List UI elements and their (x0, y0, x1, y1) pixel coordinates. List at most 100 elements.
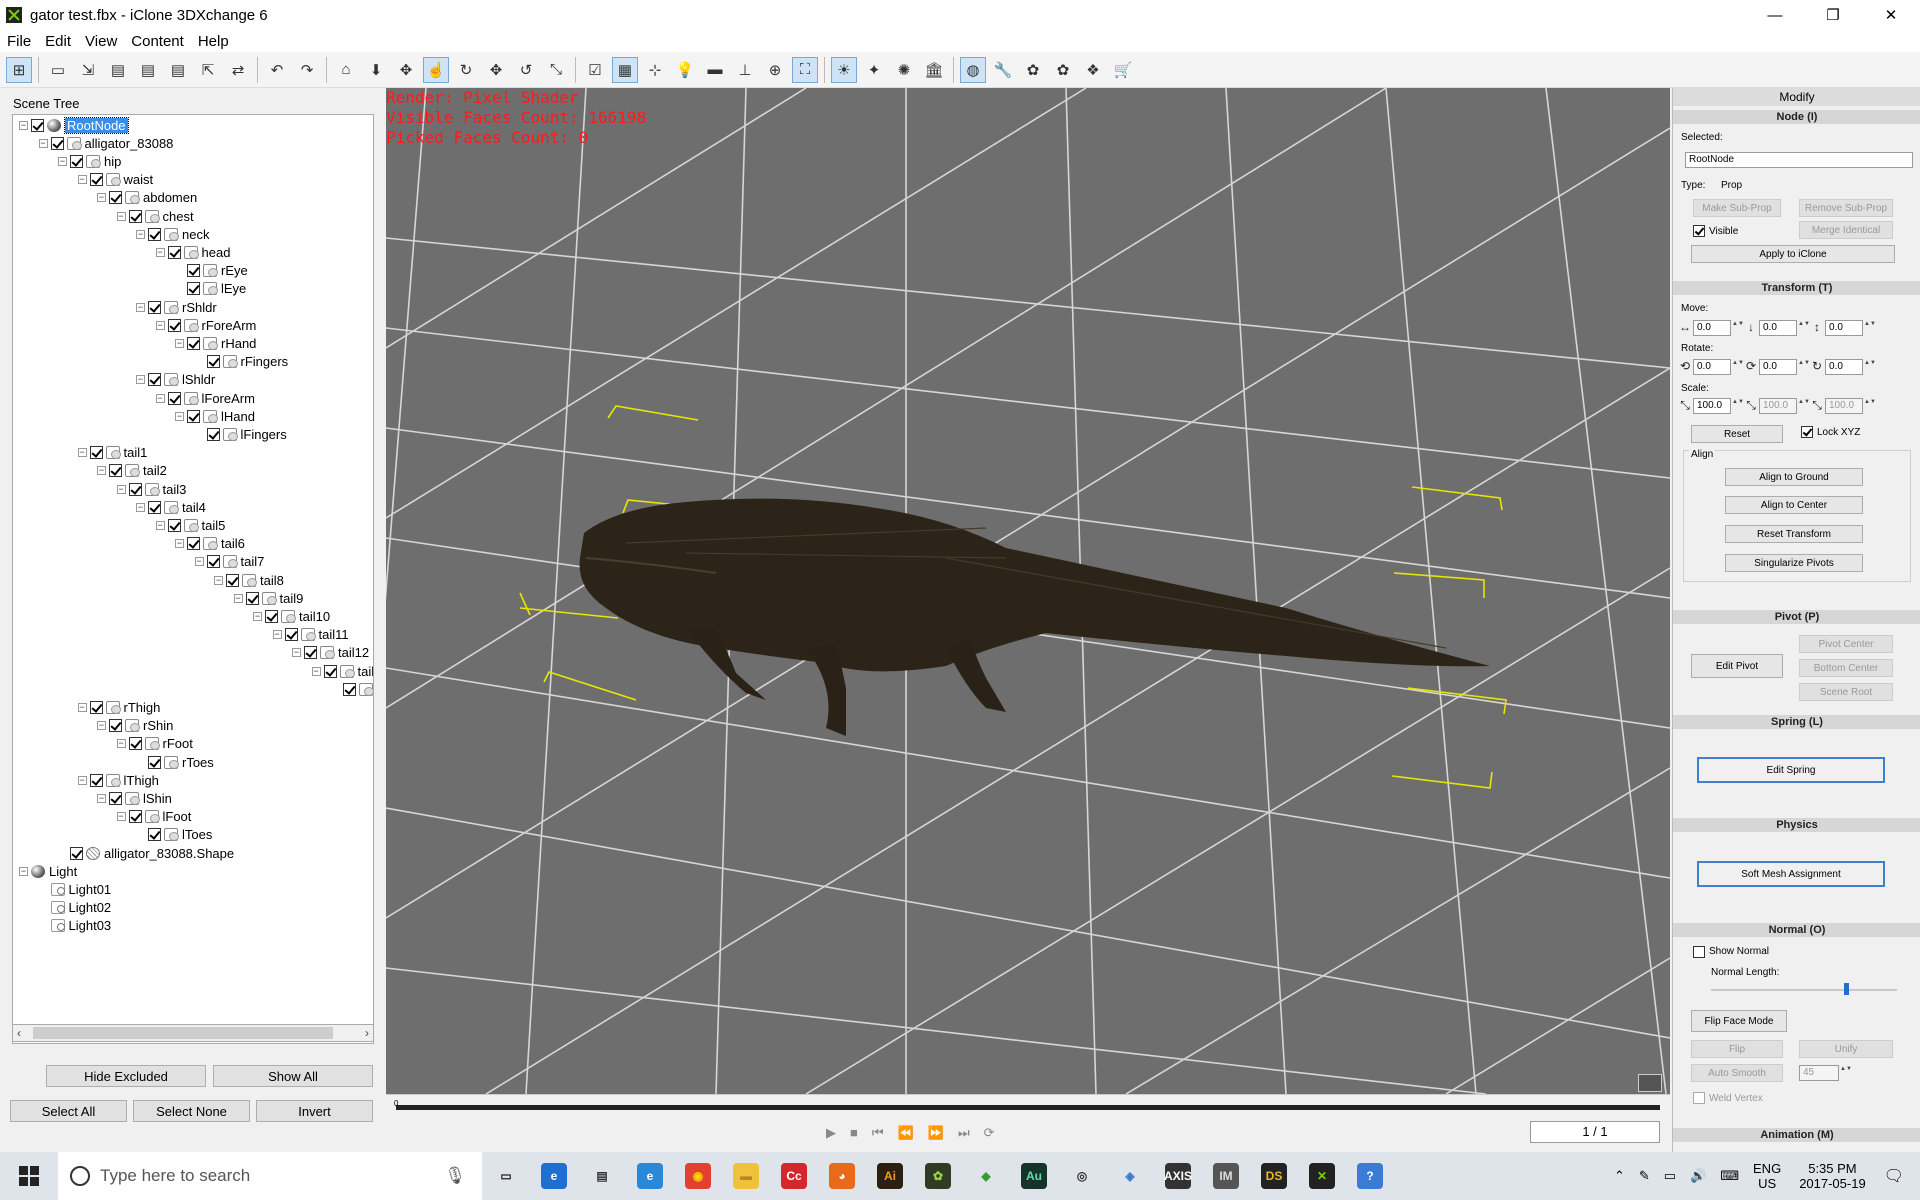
pick-icon[interactable]: ☝ (423, 56, 449, 83)
camera-fit-icon[interactable]: ⛶ (792, 56, 818, 83)
im-icon[interactable]: IM (1202, 1152, 1250, 1200)
collapse-icon[interactable]: − (136, 302, 145, 312)
collapse-icon[interactable]: − (311, 666, 321, 676)
collapse-icon[interactable]: − (19, 866, 28, 876)
node-visibility-checkbox[interactable] (323, 664, 337, 678)
move-icon[interactable]: ✥ (393, 57, 419, 83)
select-none-button[interactable]: Select None (133, 1100, 250, 1122)
tree-node[interactable]: − lShldr (136, 371, 215, 389)
node-visibility-checkbox[interactable] (89, 446, 103, 460)
hide-excluded-button[interactable]: Hide Excluded (46, 1065, 206, 1087)
collapse-icon[interactable]: − (136, 229, 145, 239)
tree-node[interactable]: − hip (58, 152, 121, 170)
tree-node[interactable]: − lHand (175, 407, 255, 425)
move-y-field[interactable]: 0.0 (1759, 320, 1797, 336)
task-view-icon[interactable]: ▭ (482, 1152, 530, 1200)
app-leaf-icon[interactable]: ◆ (962, 1152, 1010, 1200)
chrome-icon[interactable]: ◉ (674, 1152, 722, 1200)
menu-view[interactable]: View (78, 33, 124, 50)
import-icon[interactable]: ⇲ (75, 57, 101, 83)
rotate-z-spinner[interactable]: ▲▼ (1864, 359, 1876, 375)
scene-tree-icon[interactable]: ⊞ (6, 56, 32, 83)
volume-icon[interactable]: 🔊 (1690, 1168, 1706, 1184)
tree-node[interactable]: − tail5 (155, 516, 225, 534)
reset-button[interactable]: Reset (1691, 425, 1783, 443)
collapse-icon[interactable]: − (272, 630, 282, 640)
light-bulb-icon[interactable]: 💡 (672, 57, 698, 83)
import-bvh-icon[interactable]: ▤ (135, 57, 161, 83)
axis-icon[interactable]: AXIS (1154, 1152, 1202, 1200)
node-visibility-checkbox[interactable] (109, 719, 122, 733)
invert-button[interactable]: Invert (256, 1100, 373, 1122)
axis-icon[interactable]: ⊹ (642, 57, 668, 83)
rotate-x-field[interactable]: 0.0 (1693, 359, 1731, 375)
scene-root-button[interactable]: Scene Root (1799, 683, 1893, 701)
language-indicator[interactable]: ENG US (1753, 1161, 1781, 1191)
collapse-icon[interactable]: − (77, 175, 87, 185)
tree-node[interactable]: − tail9 (233, 589, 303, 607)
3dxchange-icon[interactable]: ✕ (1298, 1152, 1346, 1200)
collapse-icon[interactable]: − (155, 520, 165, 530)
sun-icon[interactable]: ☀ (831, 56, 857, 83)
timeline-slider[interactable] (396, 1105, 1660, 1110)
node-visibility-checkbox[interactable] (70, 154, 83, 168)
node-visibility-checkbox[interactable] (187, 264, 200, 278)
checkbox-icon[interactable]: ☑ (582, 57, 608, 83)
node-visibility-checkbox[interactable] (109, 791, 122, 805)
node-visibility-checkbox[interactable] (148, 755, 161, 769)
spring-section-header[interactable]: Spring (L) (1673, 715, 1920, 729)
tree-node[interactable]: − abdomen (97, 189, 197, 207)
collapse-icon[interactable]: − (58, 156, 67, 166)
tree-node[interactable]: − rHand (175, 334, 256, 352)
scale-x-spinner[interactable]: ▲▼ (1732, 398, 1744, 414)
collapse-icon[interactable]: − (116, 484, 126, 494)
minimize-button[interactable]: — (1746, 0, 1804, 30)
tree-node[interactable]: − rThigh (77, 698, 160, 716)
tree-node[interactable]: − waist (77, 171, 153, 189)
morph-icon[interactable]: ❖ (1080, 57, 1106, 83)
illustrator-icon[interactable]: Ai (866, 1152, 914, 1200)
node-visibility-checkbox[interactable] (187, 409, 200, 423)
tray-chevron-icon[interactable]: ⌃ (1614, 1168, 1625, 1184)
menu-content[interactable]: Content (124, 33, 191, 50)
rotate-icon[interactable]: ↻ (453, 57, 479, 83)
tree-node[interactable]: − tail6 (175, 535, 245, 553)
node-visibility-checkbox[interactable] (187, 282, 200, 296)
tree-node[interactable]: − tail7 (194, 553, 264, 571)
move-z-spinner[interactable]: ▲▼ (1864, 320, 1876, 336)
tree-node[interactable]: alligator_83088.Shape (58, 844, 234, 862)
node-section-header[interactable]: Node (I) (1673, 110, 1920, 124)
tree-node[interactable]: − head (155, 243, 230, 261)
flip-button[interactable]: Flip (1691, 1040, 1783, 1058)
import-fbx-icon[interactable]: ▤ (105, 57, 131, 83)
auto-smooth-button[interactable]: Auto Smooth (1691, 1064, 1783, 1082)
ie-icon[interactable]: e (626, 1152, 674, 1200)
transform-icon[interactable]: ✥ (483, 57, 509, 83)
node-visibility-checkbox[interactable] (128, 737, 142, 751)
node-visibility-checkbox[interactable] (167, 391, 181, 405)
bottom-center-button[interactable]: Bottom Center (1799, 659, 1893, 677)
move-z-field[interactable]: 0.0 (1825, 320, 1863, 336)
node-visibility-checkbox[interactable] (148, 373, 161, 387)
home-icon[interactable]: ⌂ (333, 57, 359, 83)
tree-node[interactable]: − tail8 (214, 571, 284, 589)
node-visibility-checkbox[interactable] (50, 136, 64, 150)
spotlight-icon[interactable]: ✺ (891, 57, 917, 83)
pen-icon[interactable]: ✎ (1639, 1168, 1650, 1184)
effect-icon[interactable]: ✿ (1020, 57, 1046, 83)
show-normal-checkbox[interactable] (1693, 946, 1705, 958)
collapse-icon[interactable]: − (116, 211, 126, 221)
tree-node[interactable]: − tail11 (272, 626, 349, 644)
node-visibility-checkbox[interactable] (89, 773, 103, 787)
undo-icon[interactable]: ↶ (264, 57, 290, 83)
scale-z-spinner[interactable]: ▲▼ (1864, 398, 1876, 414)
tree-node[interactable]: − neck (136, 225, 209, 243)
pivot-center-button[interactable]: Pivot Center (1799, 635, 1893, 653)
move-x-field[interactable]: 0.0 (1693, 320, 1731, 336)
microphone-icon[interactable]: 🎙 (444, 1166, 466, 1186)
node-visibility-checkbox[interactable] (128, 810, 142, 824)
sphere-icon[interactable]: ◍ (960, 56, 986, 83)
collapse-icon[interactable]: − (175, 338, 184, 348)
tree-node[interactable]: rEye (175, 262, 248, 280)
node-visibility-checkbox[interactable] (70, 846, 83, 860)
